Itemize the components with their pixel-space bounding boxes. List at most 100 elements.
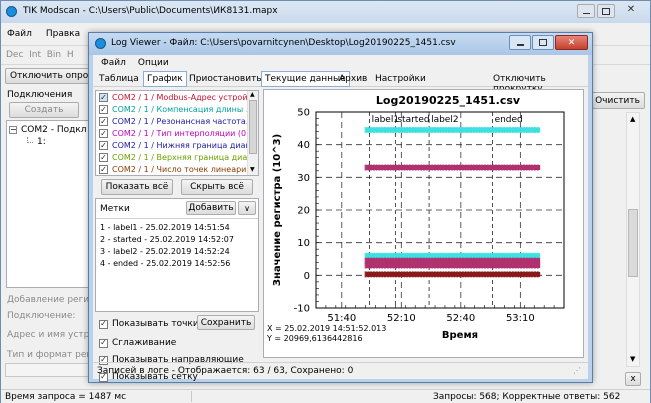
log-close-button[interactable]: x xyxy=(625,372,641,386)
series-point xyxy=(506,271,509,278)
app-icon xyxy=(6,6,17,17)
series-point xyxy=(481,262,484,269)
show-all-button[interactable]: Показать всё xyxy=(101,179,173,195)
series-item[interactable]: ✓ COM2 / 1 / Modbus-Адрес устрой... xyxy=(99,93,247,102)
y-tick-label: -10 xyxy=(294,304,310,315)
viewer-menu-file[interactable]: Файл xyxy=(101,58,126,68)
series-point xyxy=(492,262,495,269)
main-maximize-button[interactable] xyxy=(597,4,615,18)
series-point xyxy=(409,271,412,278)
series-point xyxy=(503,126,506,133)
series-point xyxy=(492,126,495,133)
tree-root[interactable]: − COM2 - Подкл xyxy=(9,125,87,135)
add-register-label: Добавление регис xyxy=(7,295,95,305)
series-point xyxy=(442,262,445,269)
minimize-icon xyxy=(516,44,524,46)
series-point xyxy=(414,271,417,278)
series-item[interactable]: ✓ COM2 / 1 / Число точек линеари... xyxy=(99,165,247,174)
series-point xyxy=(372,126,375,133)
viewer-menubar: Файл Опции xyxy=(101,58,169,68)
series-point xyxy=(470,262,473,269)
checkbox-icon: ✓ xyxy=(99,141,108,150)
series-point xyxy=(425,164,428,171)
series-point xyxy=(395,126,398,133)
tab-graph[interactable]: График xyxy=(143,71,187,87)
y-tick-label: 30 xyxy=(297,173,310,184)
series-point xyxy=(475,126,478,133)
main-minimize-button[interactable] xyxy=(577,4,595,18)
series-item[interactable]: ✓ COM2 / 1 / Верхняя граница диа... xyxy=(99,153,247,162)
viewer-statusbar: Записей в логе - Отображается: 63 / 63, … xyxy=(93,362,588,379)
series-point xyxy=(445,164,448,171)
series-point xyxy=(392,126,395,133)
tree-child[interactable]: 1: xyxy=(27,137,46,147)
viewer-menu-options[interactable]: Опции xyxy=(138,58,169,68)
tab-archive[interactable]: Архив xyxy=(339,74,367,84)
series-item[interactable]: ✓ COM2 / 1 / Компенсация длины ... xyxy=(99,105,247,114)
mark-item[interactable]: 3 - label2 - 25.02.2019 14:52:24 xyxy=(100,246,234,258)
series-point xyxy=(431,271,434,278)
disconnect-button[interactable]: Отключить опро xyxy=(5,68,95,84)
series-point xyxy=(464,164,467,171)
series-point xyxy=(500,271,503,278)
series-point xyxy=(403,164,406,171)
series-point xyxy=(484,126,487,133)
main-close-button[interactable]: ✕ xyxy=(617,4,645,18)
series-point xyxy=(439,126,442,133)
series-point xyxy=(467,126,470,133)
series-point xyxy=(528,262,531,269)
series-item[interactable]: ✓ COM2 / 1 / Нижняя граница диап... xyxy=(99,141,247,150)
tab-settings[interactable]: Настройки xyxy=(375,74,426,84)
series-point xyxy=(439,164,442,171)
series-point xyxy=(461,164,464,171)
x-axis-label: Время xyxy=(442,330,478,341)
series-scrollbar[interactable]: ▲ ▼ xyxy=(247,91,258,175)
chart[interactable]: Log20190225_1451.csv -10 0 10 20 30 40 50 51:40 5… xyxy=(264,90,583,357)
option-smoothing[interactable]: ✓ Сглаживание xyxy=(99,338,176,348)
y-tick-label: 10 xyxy=(297,238,310,249)
series-point xyxy=(514,164,517,171)
viewer-minimize-button[interactable] xyxy=(509,35,531,50)
request-stats: Запросы: 568; Корректные ответы: 562 xyxy=(433,392,621,402)
tab-table[interactable]: Таблица xyxy=(99,74,139,84)
menu-file[interactable]: Файл xyxy=(7,29,32,39)
series-point xyxy=(478,126,481,133)
clear-button[interactable]: Очистить xyxy=(590,92,645,109)
minimize-icon xyxy=(582,13,590,14)
chart-title: Log20190225_1451.csv xyxy=(376,94,521,107)
scroll-thumb[interactable] xyxy=(249,100,257,154)
mark-item[interactable]: 4 - ended - 25.02.2019 14:52:56 xyxy=(100,258,234,270)
series-point xyxy=(420,164,423,171)
viewer-close-button[interactable]: ✕ xyxy=(555,35,588,50)
series-point xyxy=(417,262,420,269)
hide-all-button[interactable]: Скрыть всё xyxy=(181,179,253,195)
series-point xyxy=(420,271,423,278)
series-point xyxy=(509,262,512,269)
series-point xyxy=(531,262,534,269)
option-show-points[interactable]: ✓ Показывать точки xyxy=(99,319,199,329)
series-point xyxy=(442,164,445,171)
series-point xyxy=(400,271,403,278)
scroll-thumb[interactable] xyxy=(628,209,638,277)
add-mark-dropdown[interactable]: ∨ xyxy=(238,201,256,215)
series-item[interactable]: ✓ COM2 / 1 / Тип интерполяции (0 -... xyxy=(99,129,247,138)
series-point xyxy=(492,164,495,171)
series-point xyxy=(439,262,442,269)
create-button[interactable]: Создать xyxy=(9,102,79,118)
tab-current-data[interactable]: Текущие данные xyxy=(261,71,350,87)
save-button[interactable]: Сохранить xyxy=(197,315,255,330)
log-scrollbar[interactable]: ▲ ▼ xyxy=(626,112,640,367)
mark-item[interactable]: 2 - started - 25.02.2019 14:52:07 xyxy=(100,234,234,246)
series-point xyxy=(386,271,389,278)
mark-item[interactable]: 1 - label1 - 25.02.2019 14:51:54 xyxy=(100,222,234,234)
register-type-field[interactable] xyxy=(5,363,95,377)
add-mark-button[interactable]: Добавить xyxy=(186,201,236,215)
format-toolbar[interactable]: Dec Int Bin H xyxy=(6,50,74,60)
menu-edit[interactable]: Правка xyxy=(46,29,80,39)
viewer-client: Файл Опции Таблица График Приостановить … xyxy=(93,55,588,382)
series-item[interactable]: ✓ COM2 / 1 / Резонансная частота... xyxy=(99,117,247,126)
series-point xyxy=(534,271,537,278)
series-point xyxy=(422,164,425,171)
tab-pause[interactable]: Приостановить xyxy=(189,74,262,84)
viewer-maximize-button[interactable] xyxy=(532,35,554,50)
